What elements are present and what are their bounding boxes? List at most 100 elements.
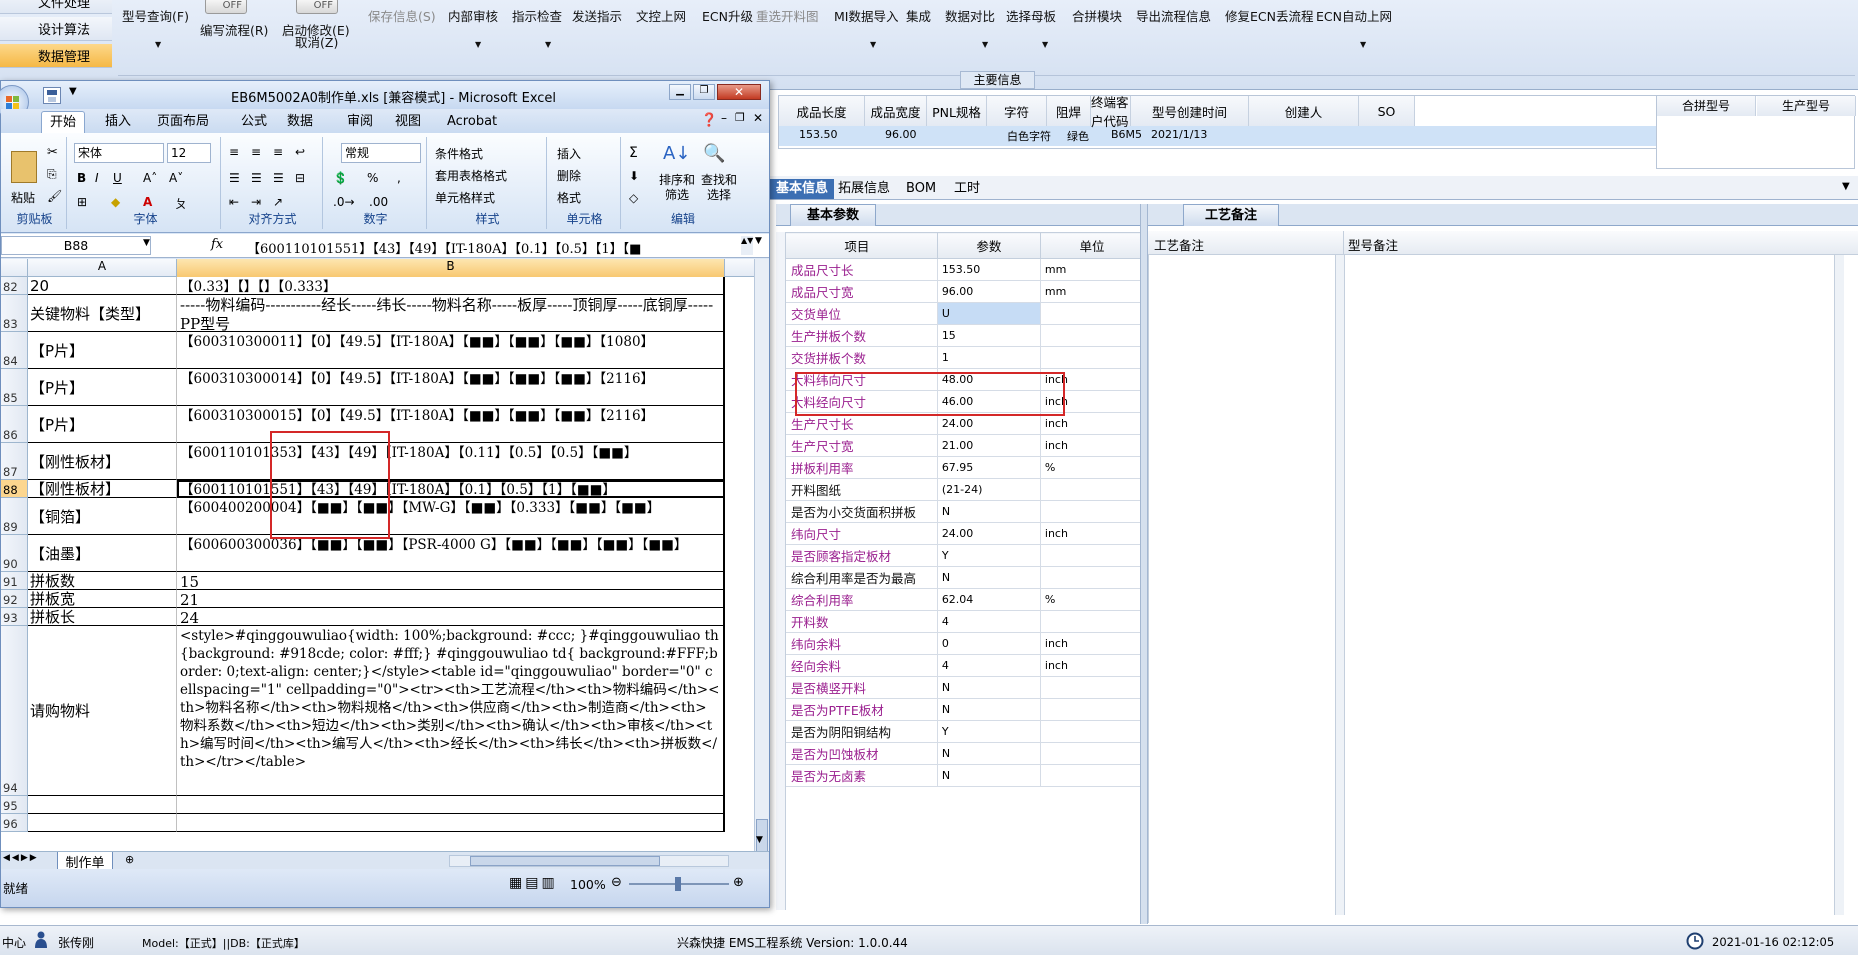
comma-icon[interactable]: , — [397, 171, 401, 185]
cell-b[interactable]: -----物料编码-----------经长-----纬长-----物料名称--… — [177, 295, 725, 332]
close-button[interactable]: ✕ — [717, 84, 761, 100]
font-grow-icon[interactable]: A˄ — [143, 171, 157, 185]
param-value[interactable]: Y — [936, 544, 1041, 567]
param-row[interactable]: 开料数 4 — [776, 610, 1145, 633]
toolbar-button[interactable]: 内部审核 — [448, 6, 498, 25]
param-value[interactable]: 24.00 — [936, 522, 1041, 545]
toolbar-button[interactable]: 合拼模块 — [1072, 6, 1122, 25]
clear-icon[interactable]: ◇ — [629, 191, 638, 205]
param-value[interactable]: (21-24) — [936, 478, 1041, 501]
find-select-button[interactable]: 查找和 选择 — [701, 173, 737, 203]
sheet-nav-icon[interactable]: ◀◀▶▶ — [3, 853, 39, 863]
conditional-format-button[interactable]: 条件格式 — [435, 145, 483, 162]
ribbon-tab[interactable]: 插入 — [97, 111, 139, 133]
cell-b[interactable]: 【600110101353】【43】【49】【IT-180A】【0.11】【0.… — [177, 443, 725, 480]
font-size-select[interactable]: 12 — [167, 143, 211, 163]
detail-tab[interactable]: 工时 — [948, 179, 986, 199]
formula-scroll[interactable]: ▲▼ — [741, 236, 753, 255]
param-value[interactable]: N — [936, 698, 1041, 721]
row-number[interactable]: 90 — [1, 535, 28, 572]
cell-a[interactable]: 拼板数 — [28, 572, 177, 590]
cell-a[interactable]: 【油墨】 — [28, 535, 177, 572]
cut-icon[interactable]: ✂ — [47, 145, 58, 160]
param-row[interactable]: 开料图纸 (21-24) — [776, 478, 1145, 501]
fill-icon[interactable]: ⬇ — [629, 169, 639, 183]
cell-a[interactable]: 20 — [28, 277, 177, 295]
toolbar-button[interactable]: ECN自动上网 — [1316, 6, 1392, 25]
name-box[interactable]: B88 — [1, 236, 151, 255]
cell-b[interactable]: 21 — [177, 590, 725, 608]
toolbar-button[interactable]: 编写流程(R) — [200, 20, 268, 39]
toolbar-button[interactable]: 型号查询(F) — [122, 6, 189, 25]
view-buttons-icon[interactable]: ▦▤▥ — [509, 875, 558, 891]
scroll-down-icon[interactable]: ▼ — [756, 835, 763, 845]
chevron-down-icon[interactable]: ▼ — [155, 40, 161, 49]
param-value[interactable]: 24.00 — [936, 412, 1041, 435]
param-row[interactable]: 综合利用率是否为最高 N — [776, 566, 1145, 589]
param-value[interactable]: 46.00 — [936, 390, 1041, 413]
decimal-increase-icon[interactable]: .0→ — [333, 195, 355, 209]
grid-cell[interactable]: 绿色 — [1067, 128, 1089, 144]
cell-b[interactable]: 15 — [177, 572, 725, 590]
param-row[interactable]: 纬向尺寸 24.00 inch — [776, 522, 1145, 545]
ribbon-tab[interactable]: 公式 — [233, 111, 275, 133]
grid-cell[interactable]: 2021/1/13 — [1151, 128, 1207, 141]
param-value[interactable]: 48.00 — [936, 368, 1041, 391]
col-header-a[interactable]: A — [28, 259, 177, 277]
chevron-down-icon[interactable]: ▼ — [982, 40, 988, 49]
param-value[interactable]: U — [936, 302, 1041, 325]
cell-b[interactable]: 24 — [177, 608, 725, 626]
row-number[interactable]: 94 — [1, 626, 28, 796]
param-row[interactable]: 是否为凹蚀板材 N — [776, 742, 1145, 765]
param-row[interactable]: 经向余料 4 inch — [776, 654, 1145, 677]
zoom-slider-thumb[interactable] — [675, 877, 681, 891]
grid-header[interactable]: 字符 — [987, 96, 1047, 126]
excel-window[interactable]: ▼ EB6M5002A0制作单.xls [兼容模式] - Microsoft E… — [0, 80, 770, 908]
cell-a[interactable]: 【刚性板材】 — [28, 480, 177, 498]
param-row[interactable]: 拼板利用率 67.95% — [776, 456, 1145, 479]
ribbon-tab[interactable]: 审阅 — [339, 111, 381, 133]
select-all[interactable] — [1, 259, 28, 277]
wrap-text-icon[interactable]: ↩ — [295, 145, 305, 159]
row-number[interactable]: 89 — [1, 498, 28, 535]
detail-tab[interactable]: 基本信息 — [770, 179, 835, 199]
cell-b[interactable]: 【600310300014】【0】【49.5】【IT-180A】【■■】【■■】… — [177, 369, 725, 406]
toolbar-button[interactable]: 发送指示 — [572, 6, 622, 25]
wb-restore-button[interactable]: ❐ — [735, 111, 745, 124]
param-value[interactable]: Y — [936, 720, 1041, 743]
chevron-down-icon[interactable]: ▼ — [1842, 181, 1850, 192]
row-number[interactable]: 83 — [1, 295, 28, 332]
param-value[interactable]: 21.00 — [936, 434, 1041, 457]
align-top-icon[interactable]: ≡ — [229, 145, 239, 159]
row-number[interactable]: 91 — [1, 572, 28, 590]
toggle-switch[interactable]: OFF — [296, 0, 338, 14]
grid-header[interactable]: 生产型号 — [1757, 96, 1856, 116]
cell-b[interactable]: 【0.33】【】【】【0.333】 — [177, 277, 725, 295]
toolbar-button[interactable]: MI数据导入 — [834, 6, 898, 25]
row-number[interactable]: 82 — [1, 277, 28, 295]
param-value[interactable]: N — [936, 500, 1041, 523]
decimal-decrease-icon[interactable]: .00 — [369, 195, 388, 209]
param-row[interactable]: 是否顾客指定板材 Y — [776, 544, 1145, 567]
cell-b[interactable]: 【600310300015】【0】【49.5】【IT-180A】【■■】【■■】… — [177, 406, 725, 443]
param-row[interactable]: 大料纬向尺寸 48.00 inch — [776, 368, 1145, 391]
italic-icon[interactable]: I — [95, 171, 99, 185]
toolbar-button[interactable]: 集成 — [906, 6, 931, 25]
grid-cell[interactable]: 153.50 — [799, 128, 838, 141]
paste-button[interactable]: 粘贴 — [11, 189, 35, 206]
grid-header[interactable]: 创建人 — [1249, 96, 1359, 126]
main-info-grid[interactable]: 153.50 96.00 白色字符 绿色 B6M5 2021/1/13 成品长度 成品宽度 P… — [778, 95, 1658, 149]
merge-model-grid[interactable]: 合拼型号 生产型号 — [1656, 95, 1856, 169]
param-row[interactable]: 生产拼板个数 15 — [776, 324, 1145, 347]
param-row[interactable]: 是否为小交货面积拼板 N — [776, 500, 1145, 523]
col-header-b[interactable]: B — [177, 259, 725, 277]
toolbar-button[interactable]: ECN升级 — [702, 6, 753, 25]
cell-b[interactable]: <style>#qinggouwuliao{width: 100%;backgr… — [177, 626, 725, 796]
param-value[interactable]: 62.04 — [936, 588, 1041, 611]
cell-a[interactable]: 拼板长 — [28, 608, 177, 626]
cell-a[interactable] — [28, 814, 177, 832]
sheet-tab-active[interactable]: 制作单 — [57, 852, 113, 871]
param-row[interactable]: 生产尺寸长 24.00 inch — [776, 412, 1145, 435]
zoom-in-icon[interactable]: ⊕ — [733, 875, 744, 890]
process-note-body[interactable] — [1148, 255, 1858, 923]
